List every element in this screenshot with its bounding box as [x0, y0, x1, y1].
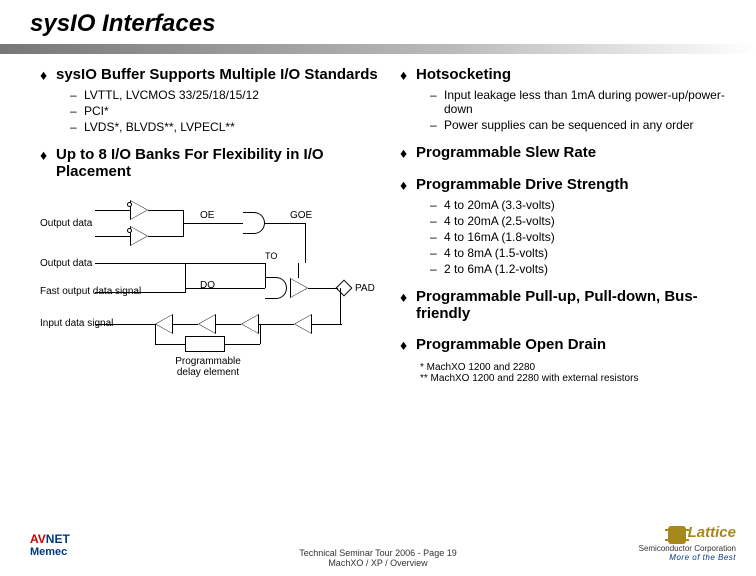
label-delay-element: Programmable delay element — [168, 356, 248, 378]
diamond-bullet-icon: ♦ — [400, 336, 416, 354]
bullet-slew-rate: ♦ Programmable Slew Rate — [400, 144, 730, 162]
label-oe: OE — [200, 210, 214, 221]
bullet-text: Hotsocketing — [416, 66, 511, 83]
diamond-bullet-icon: ♦ — [400, 176, 416, 194]
slide-footer: Technical Seminar Tour 2006 - Page 19 Ma… — [0, 548, 756, 568]
label-output-data-1: Output data — [40, 218, 92, 229]
buffer-icon — [130, 200, 148, 220]
sub-drive-25: –4 to 20mA (2.5-volts) — [430, 214, 730, 228]
label-to: TO — [265, 251, 277, 262]
bullet-io-banks: ♦ Up to 8 I/O Banks For Flexibility in I… — [40, 146, 400, 180]
sub-drive-15: –4 to 8mA (1.5-volts) — [430, 246, 730, 260]
footnote-2: ** MachXO 1200 and 2280 with external re… — [420, 373, 730, 384]
bullet-sysio-buffer: ♦ sysIO Buffer Supports Multiple I/O Sta… — [40, 66, 400, 84]
slide-title: sysIO Interfaces — [0, 0, 756, 44]
io-pad-icon — [336, 280, 353, 297]
sub-lvttl: –LVTTL, LVCMOS 33/25/18/15/12 — [70, 88, 400, 102]
sub-power-seq: –Power supplies can be sequenced in any … — [430, 118, 730, 132]
bullet-text: sysIO Buffer Supports Multiple I/O Stand… — [56, 66, 378, 83]
bullet-pullup-pulldown: ♦ Programmable Pull-up, Pull-down, Bus-f… — [400, 288, 730, 322]
bullet-text: Programmable Slew Rate — [416, 144, 596, 161]
left-column: ♦ sysIO Buffer Supports Multiple I/O Sta… — [40, 66, 400, 384]
or-gate-icon — [243, 212, 265, 234]
title-gradient-bar — [0, 44, 756, 54]
input-buffer-icon — [294, 314, 312, 334]
sub-leakage: –Input leakage less than 1mA during powe… — [430, 88, 730, 116]
bullet-text: Programmable Open Drain — [416, 336, 606, 353]
lattice-chip-icon — [668, 526, 686, 544]
bullet-text: Up to 8 I/O Banks For Flexibility in I/O… — [56, 146, 400, 180]
bullet-drive-strength: ♦ Programmable Drive Strength — [400, 176, 730, 194]
or-gate-icon — [265, 277, 287, 299]
diamond-bullet-icon: ♦ — [400, 66, 416, 84]
diamond-bullet-icon: ♦ — [400, 144, 416, 162]
footnote-1: * MachXO 1200 and 2280 — [420, 362, 730, 373]
input-buffer-icon — [241, 314, 259, 334]
label-do: DO — [200, 280, 215, 291]
bullet-text: Programmable Pull-up, Pull-down, Bus-fri… — [416, 288, 730, 322]
diamond-bullet-icon: ♦ — [40, 66, 56, 84]
bullet-open-drain: ♦ Programmable Open Drain — [400, 336, 730, 354]
label-pad: PAD — [355, 283, 375, 294]
inverter-bubble-icon — [127, 202, 132, 207]
input-buffer-icon — [155, 314, 173, 334]
bullet-text: Programmable Drive Strength — [416, 176, 629, 193]
buffer-icon — [130, 226, 148, 246]
inverter-bubble-icon — [127, 228, 132, 233]
output-buffer-icon — [290, 278, 308, 298]
diamond-bullet-icon: ♦ — [400, 288, 416, 306]
io-block-diagram: Output data OE GOE Output data TO Fast o… — [40, 188, 400, 378]
delay-element-icon — [185, 336, 225, 352]
diamond-bullet-icon: ♦ — [40, 146, 56, 164]
label-goe: GOE — [290, 210, 312, 221]
sub-drive-12: –2 to 6mA (1.2-volts) — [430, 262, 730, 276]
label-output-data-2: Output data — [40, 258, 92, 269]
right-column: ♦ Hotsocketing –Input leakage less than … — [400, 66, 730, 384]
bullet-hotsocketing: ♦ Hotsocketing — [400, 66, 730, 84]
sub-lvds: –LVDS*, BLVDS**, LVPECL** — [70, 120, 400, 134]
sub-drive-18: –4 to 16mA (1.8-volts) — [430, 230, 730, 244]
input-buffer-icon — [198, 314, 216, 334]
sub-drive-33: –4 to 20mA (3.3-volts) — [430, 198, 730, 212]
sub-pci: –PCI* — [70, 104, 400, 118]
